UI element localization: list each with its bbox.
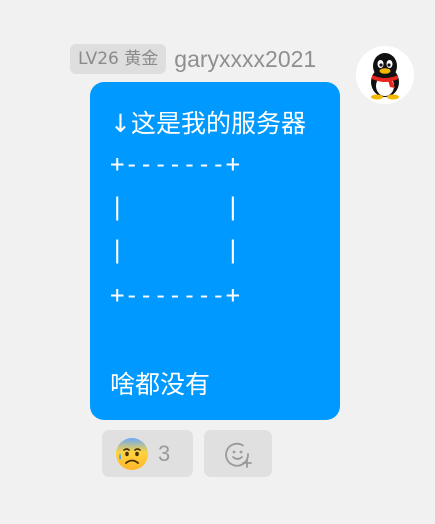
message-footer: 啥都没有 bbox=[110, 370, 211, 399]
reaction-anxious-sweat[interactable]: 3 bbox=[102, 430, 193, 477]
ascii-art-line: | | bbox=[110, 193, 241, 221]
username[interactable]: garyxxxx2021 bbox=[174, 46, 316, 73]
add-reaction-button[interactable] bbox=[204, 430, 272, 477]
message-title: ↓这是我的服务器 bbox=[110, 109, 306, 138]
message-bubble[interactable]: ↓这是我的服务器 +-------+ | | | | +-------+ 啥都没… bbox=[90, 82, 340, 420]
ascii-art-line: +-------+ bbox=[110, 150, 241, 178]
anxious-sweat-face-emoji-icon bbox=[116, 437, 148, 470]
reaction-count: 3 bbox=[158, 440, 171, 466]
message-header: LV26 黄金 garyxxxx2021 bbox=[70, 43, 316, 75]
level-badge: LV26 黄金 bbox=[70, 44, 167, 74]
add-emoji-icon bbox=[225, 442, 252, 468]
ascii-art-line: | | bbox=[110, 236, 241, 264]
reaction-bar: 3 bbox=[102, 430, 272, 477]
avatar[interactable] bbox=[356, 46, 414, 104]
ascii-art-line: +-------+ bbox=[110, 281, 241, 309]
qq-penguin-avatar-icon bbox=[356, 46, 414, 104]
